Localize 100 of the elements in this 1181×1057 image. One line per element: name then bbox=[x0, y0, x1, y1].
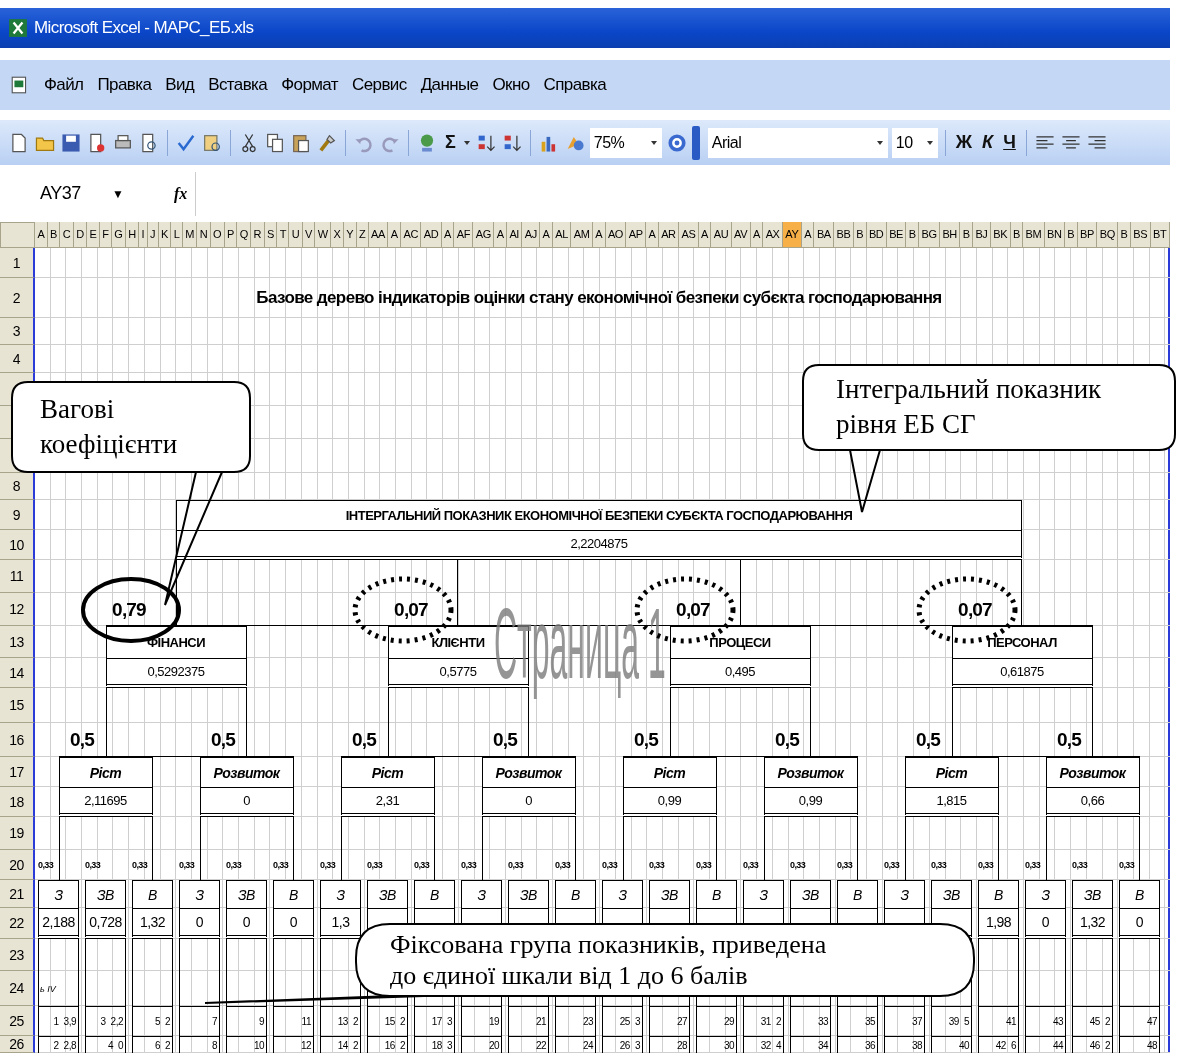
column-header[interactable]: AR bbox=[658, 222, 680, 247]
row-header[interactable]: 21 bbox=[0, 880, 35, 908]
row-header[interactable]: 23 bbox=[0, 939, 35, 971]
column-header[interactable]: A bbox=[801, 222, 815, 247]
column-header[interactable]: BD bbox=[866, 222, 887, 247]
row-header[interactable]: 10 bbox=[0, 530, 35, 560]
column-header[interactable]: O bbox=[210, 222, 225, 247]
row-header[interactable]: 3 bbox=[0, 318, 35, 345]
column-header[interactable]: AI bbox=[507, 222, 523, 247]
row-header[interactable]: 8 bbox=[0, 473, 35, 500]
function-button[interactable]: fx bbox=[173, 184, 188, 203]
menu-item[interactable]: Вставка bbox=[208, 75, 268, 95]
column-header[interactable]: S bbox=[264, 222, 278, 247]
row-header[interactable]: 26 bbox=[0, 1036, 35, 1053]
column-header[interactable]: BB bbox=[834, 222, 854, 247]
column-header[interactable]: BM bbox=[1023, 222, 1045, 247]
column-header[interactable]: A bbox=[388, 222, 402, 247]
column-header[interactable]: B bbox=[853, 222, 867, 247]
menu-item[interactable]: Окно bbox=[492, 75, 530, 95]
column-header[interactable]: AU bbox=[711, 222, 732, 247]
column-header[interactable]: AC bbox=[401, 222, 422, 247]
column-header[interactable]: AL bbox=[552, 222, 572, 247]
column-header[interactable]: X bbox=[331, 222, 344, 247]
zoom-field[interactable]: 75% bbox=[589, 127, 662, 158]
italic-button[interactable]: К bbox=[979, 132, 997, 153]
column-header[interactable]: B bbox=[1118, 222, 1131, 247]
column-header[interactable]: I bbox=[139, 222, 148, 247]
column-header[interactable]: M bbox=[182, 222, 198, 247]
menu-item[interactable]: Правка bbox=[97, 75, 152, 95]
row-header[interactable]: 12 bbox=[0, 593, 35, 626]
column-header[interactable]: B bbox=[906, 222, 920, 247]
column-header[interactable]: AV bbox=[731, 222, 751, 247]
underline-button[interactable]: Ч bbox=[1000, 132, 1019, 153]
save-icon[interactable] bbox=[60, 131, 82, 154]
column-header[interactable]: AF bbox=[454, 222, 474, 247]
column-header[interactable]: T bbox=[277, 222, 290, 247]
row-header[interactable]: 18 bbox=[0, 787, 35, 817]
column-header[interactable]: W bbox=[315, 222, 332, 247]
menu-item[interactable]: Справка bbox=[543, 75, 607, 95]
toolbar-grip[interactable] bbox=[691, 125, 700, 160]
column-header[interactable]: A bbox=[35, 222, 48, 247]
column-header[interactable]: G bbox=[111, 222, 126, 247]
row-header[interactable]: 22 bbox=[0, 908, 35, 939]
column-header[interactable]: C bbox=[60, 222, 74, 247]
row-header[interactable]: 2 bbox=[0, 278, 35, 318]
row-header[interactable]: 19 bbox=[0, 817, 35, 850]
column-header[interactable]: F bbox=[99, 222, 112, 247]
row-header[interactable]: 1 bbox=[0, 248, 35, 278]
row-header[interactable]: 17 bbox=[0, 757, 35, 787]
row-header[interactable]: 25 bbox=[0, 1006, 35, 1036]
column-header[interactable]: A bbox=[441, 222, 455, 247]
dropdown-arrow[interactable]: ▼ bbox=[112, 186, 124, 201]
column-header[interactable]: V bbox=[302, 222, 316, 247]
column-header[interactable]: A bbox=[494, 222, 507, 247]
name-box[interactable]: AY37 bbox=[0, 183, 110, 204]
column-header[interactable]: J bbox=[147, 222, 159, 247]
column-header[interactable]: Q bbox=[237, 222, 252, 247]
menu-item[interactable]: Вид bbox=[165, 75, 195, 95]
row-header[interactable]: 13 bbox=[0, 626, 35, 658]
column-header[interactable]: BK bbox=[990, 222, 1011, 247]
column-header[interactable]: H bbox=[125, 222, 140, 247]
column-header[interactable]: AS bbox=[679, 222, 699, 247]
column-header[interactable]: BG bbox=[919, 222, 941, 247]
column-header[interactable]: N bbox=[197, 222, 211, 247]
column-header[interactable]: BS bbox=[1130, 222, 1151, 247]
column-header[interactable]: AM bbox=[571, 222, 593, 247]
column-header[interactable]: AO bbox=[605, 222, 627, 247]
column-header[interactable]: R bbox=[251, 222, 265, 247]
row-header[interactable]: 20 bbox=[0, 850, 35, 880]
menu-item[interactable]: Данные bbox=[420, 75, 479, 95]
column-header[interactable]: A bbox=[698, 222, 712, 247]
column-header[interactable]: BH bbox=[940, 222, 961, 247]
font-field[interactable]: Arial bbox=[707, 127, 888, 158]
column-header[interactable]: BQ bbox=[1097, 222, 1119, 247]
caret-icon[interactable] bbox=[462, 138, 471, 147]
row-header[interactable]: 4 bbox=[0, 345, 35, 373]
column-header[interactable]: A bbox=[646, 222, 659, 247]
column-header[interactable]: K bbox=[158, 222, 172, 247]
column-header[interactable]: P bbox=[224, 222, 238, 247]
column-header[interactable]: BE bbox=[886, 222, 907, 247]
column-header[interactable]: B bbox=[960, 222, 973, 247]
sum-button[interactable]: Σ bbox=[442, 132, 459, 153]
column-header[interactable]: AA bbox=[368, 222, 389, 247]
menu-item[interactable]: Формат bbox=[281, 75, 338, 95]
column-header[interactable]: B bbox=[47, 222, 61, 247]
row-header[interactable]: 24 bbox=[0, 971, 35, 1006]
column-header[interactable]: U bbox=[289, 222, 303, 247]
row-header[interactable]: 16 bbox=[0, 723, 35, 757]
column-header[interactable]: L bbox=[171, 222, 183, 247]
column-header[interactable]: B bbox=[1010, 222, 1024, 247]
column-header[interactable]: BJ bbox=[973, 222, 991, 247]
row-header[interactable]: 9 bbox=[0, 500, 35, 530]
column-header[interactable]: D bbox=[73, 222, 88, 247]
bold-button[interactable]: Ж bbox=[952, 132, 976, 153]
column-header[interactable]: A bbox=[592, 222, 606, 247]
column-header[interactable]: A bbox=[750, 222, 764, 247]
column-header[interactable]: BA bbox=[814, 222, 835, 247]
copy-icon[interactable] bbox=[264, 131, 286, 154]
row-header[interactable]: 15 bbox=[0, 688, 35, 723]
column-header[interactable]: B bbox=[1064, 222, 1078, 247]
